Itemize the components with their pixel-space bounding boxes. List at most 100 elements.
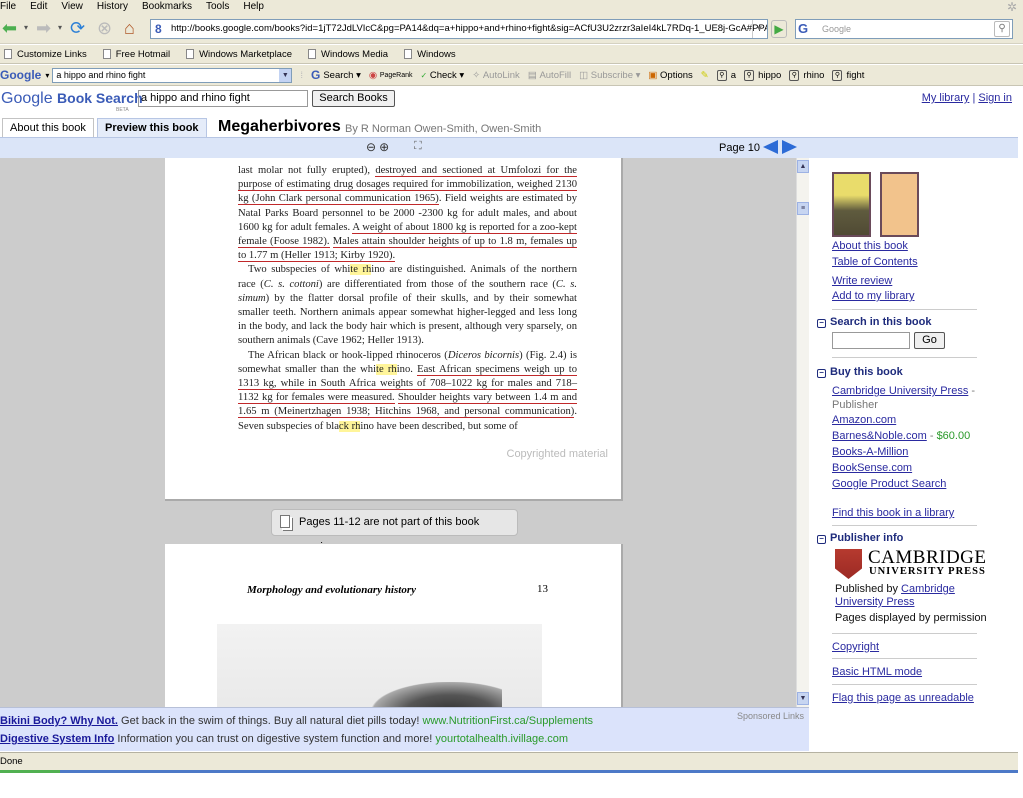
buy-booksense-link[interactable]: BookSense.com (832, 462, 912, 474)
search-term-a[interactable]: ⚲ a (716, 69, 737, 81)
scroll-up-button[interactable]: ▲ (797, 160, 809, 173)
toolbar-spellcheck[interactable]: ✓ Check ▾ (421, 70, 465, 81)
bookmark-label: Windows Marketplace (199, 48, 292, 60)
copyright-link[interactable]: Copyright (832, 641, 879, 653)
previous-page-arrow-icon[interactable] (763, 140, 778, 154)
search-books-button[interactable]: Search Books (312, 90, 395, 107)
publisher-info-heading[interactable]: − Publisher info (817, 532, 903, 544)
front-cover-thumbnail[interactable] (832, 172, 871, 237)
menu-view[interactable]: View (61, 1, 83, 12)
buy-amazon-link[interactable]: Amazon.com (832, 414, 896, 426)
buy-cambridge-link[interactable]: Cambridge University Press (832, 385, 968, 397)
search-engine-icon[interactable]: G (798, 21, 808, 37)
pages-icon (280, 515, 290, 528)
bookmark-windows-marketplace[interactable]: Windows Marketplace (182, 49, 292, 60)
add-to-library-link[interactable]: Add to my library (832, 290, 915, 302)
back-icon[interactable]: ⬅ (2, 17, 17, 39)
label: Published by (835, 583, 902, 595)
basic-html-mode-link[interactable]: Basic HTML mode (832, 666, 922, 678)
menu-file[interactable]: File (0, 1, 16, 12)
go-button[interactable]: Go (914, 332, 945, 349)
about-this-book-link[interactable]: About this book (832, 240, 908, 252)
viewer-scrollbar[interactable]: ▲ ≡ ▼ (796, 158, 809, 707)
forward-icon[interactable]: ➡ (36, 17, 51, 39)
forward-dropdown-icon[interactable]: ▾ (58, 17, 62, 39)
divider (832, 633, 977, 634)
chevron-down-icon[interactable]: ▾ (45, 71, 49, 80)
next-page-arrow-icon[interactable] (782, 140, 797, 154)
divider (832, 658, 977, 659)
flag-unreadable-link[interactable]: Flag this page as unreadable (832, 692, 974, 704)
zoom-out-icon[interactable]: ⊖ (366, 140, 379, 154)
ad-title-link[interactable]: Bikini Body? Why Not. (0, 715, 118, 727)
find-in-library-link[interactable]: Find this book in a library (832, 507, 954, 519)
home-icon[interactable]: ⌂ (124, 17, 135, 39)
tab-about-this-book[interactable]: About this book (2, 118, 94, 138)
tab-preview-this-book[interactable]: Preview this book (97, 118, 207, 138)
url-history-dropdown[interactable]: ▼ (752, 20, 766, 38)
toolbar-options[interactable]: ▣ Options (648, 70, 692, 81)
toolbar-pagerank[interactable]: ◉ PageRank (369, 70, 413, 81)
bookmark-windows[interactable]: Windows (400, 49, 456, 60)
buy-this-book-heading[interactable]: − Buy this book (817, 366, 903, 378)
search-in-book-heading[interactable]: − Search in this book (817, 316, 931, 328)
back-dropdown-icon[interactable]: ▾ (24, 17, 28, 39)
zoom-in-icon[interactable]: ⊕ (379, 140, 392, 154)
menu-bookmarks[interactable]: Bookmarks (142, 1, 192, 12)
book-search-input[interactable]: a hippo and rhino fight (138, 90, 308, 107)
resize-handle[interactable]: ⁞ (300, 70, 303, 81)
toolbar-subscribe[interactable]: ◫ Subscribe ▾ (579, 70, 640, 81)
book-viewer: last molar not fully erupted), destroyed… (0, 158, 796, 707)
ad-url[interactable]: yourtotalhealth.ivillage.com (435, 733, 568, 745)
collapse-icon[interactable]: − (817, 535, 826, 544)
back-cover-thumbnail[interactable] (880, 172, 919, 237)
menu-edit[interactable]: Edit (30, 1, 47, 12)
toolbar-autolink[interactable]: ✧ AutoLink (472, 70, 520, 81)
buy-barnes-noble-link[interactable]: Barnes&Noble.com (832, 430, 927, 442)
publisher-link-continued[interactable]: University Press (835, 596, 914, 608)
stop-icon[interactable]: ⊗ (97, 17, 112, 39)
google-toolbar-logo[interactable]: Google (0, 68, 41, 82)
search-in-book-input[interactable] (832, 332, 910, 349)
collapse-icon[interactable]: − (817, 319, 826, 328)
highlighter-icon[interactable]: ✎ (701, 70, 709, 81)
reload-icon[interactable]: ⟳ (70, 17, 85, 39)
scroll-thumb[interactable]: ≡ (797, 202, 809, 215)
toolbar-item-label: Check (429, 69, 457, 81)
google-book-search-logo[interactable]: Google Book Search (1, 90, 143, 108)
ad-url[interactable]: www.NutritionFirst.ca/Supplements (422, 715, 593, 727)
write-review-link[interactable]: Write review (832, 275, 892, 287)
menu-help[interactable]: Help (243, 1, 264, 12)
url-bar[interactable]: 8 http://books.google.com/books?id=1jT72… (150, 19, 768, 39)
search-term-fight[interactable]: ⚲ fight (832, 69, 864, 81)
menu-tools[interactable]: Tools (206, 1, 229, 12)
bookmark-windows-media[interactable]: Windows Media (304, 49, 388, 60)
collapse-icon[interactable]: − (817, 369, 826, 378)
toolbar-search-button[interactable]: G Search ▾ (311, 68, 361, 82)
table-of-contents-link[interactable]: Table of Contents (832, 256, 918, 268)
google-toolbar-search-input[interactable]: a hippo and rhino fight ▼ (52, 67, 293, 83)
fullscreen-icon[interactable]: ⛶ (414, 140, 422, 153)
toolbar-autofill[interactable]: ▤ AutoFill (528, 70, 571, 81)
chevron-down-icon[interactable]: ▼ (279, 68, 292, 82)
browser-search-input[interactable]: G Google ⚲ (795, 19, 1013, 39)
book-sidebar: About this book Table of Contents Write … (810, 158, 1023, 750)
url-text: http://books.google.com/books?id=1jT72Jd… (171, 23, 768, 34)
menu-history[interactable]: History (97, 1, 128, 12)
my-library-link[interactable]: My library (922, 92, 970, 104)
search-term-hippo[interactable]: ⚲ hippo (744, 69, 781, 81)
page-icon (4, 49, 12, 59)
ad-title-link[interactable]: Digestive System Info (0, 733, 114, 745)
buy-books-a-million-link[interactable]: Books-A-Million (832, 446, 908, 458)
search-term-rhino[interactable]: ⚲ rhino (789, 69, 824, 81)
go-button[interactable]: ▶ (771, 20, 787, 38)
sign-in-link[interactable]: Sign in (978, 92, 1012, 104)
publisher-link[interactable]: Cambridge (901, 583, 955, 595)
google-product-search-link[interactable]: Google Product Search (832, 478, 946, 490)
magnifier-icon[interactable]: ⚲ (994, 21, 1010, 37)
search-term-label: a (730, 69, 737, 81)
bookmark-customize-links[interactable]: Customize Links (0, 49, 87, 60)
bookmark-free-hotmail[interactable]: Free Hotmail (99, 49, 170, 60)
search-placeholder: Google (822, 24, 852, 34)
scroll-down-button[interactable]: ▼ (797, 692, 809, 705)
